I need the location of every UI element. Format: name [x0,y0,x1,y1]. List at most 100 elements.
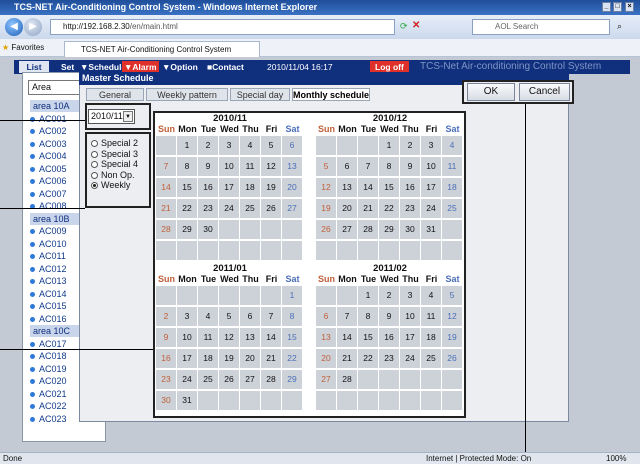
day-cell[interactable]: 23 [400,199,420,218]
tree-unit[interactable]: AC004 [30,150,67,162]
day-cell[interactable]: 14 [261,328,281,347]
day-cell[interactable]: 5 [442,286,462,305]
day-cell[interactable]: 22 [358,349,378,368]
day-cell[interactable]: 12 [442,307,462,326]
day-cell[interactable]: 25 [421,349,441,368]
day-cell[interactable]: 4 [421,286,441,305]
day-cell[interactable]: 4 [198,307,218,326]
day-cell[interactable]: 17 [177,349,197,368]
back-icon[interactable]: ◀ [5,18,23,36]
day-type-radio[interactable]: Special 2 [91,138,138,148]
day-cell[interactable]: 3 [421,136,441,155]
day-type-radio[interactable]: Non Op. [91,170,135,180]
day-cell[interactable]: 8 [379,157,399,176]
maximize-button[interactable]: □ [613,2,622,12]
favorites-button[interactable]: Favorites [11,43,44,52]
day-cell[interactable]: 2 [198,136,218,155]
tree-unit[interactable]: AC013 [30,275,67,287]
day-cell[interactable]: 1 [358,286,378,305]
day-cell[interactable]: 11 [421,307,441,326]
day-cell[interactable]: 9 [400,157,420,176]
day-cell[interactable]: 22 [282,349,302,368]
day-cell[interactable]: 14 [337,328,357,347]
day-cell[interactable]: 18 [198,349,218,368]
day-cell[interactable]: 11 [198,328,218,347]
day-cell[interactable]: 9 [198,157,218,176]
tree-unit[interactable]: AC019 [30,363,67,375]
day-cell[interactable]: 2 [400,136,420,155]
tree-unit[interactable]: AC006 [30,175,67,187]
tree-unit[interactable]: AC003 [30,138,67,150]
day-cell[interactable]: 19 [219,349,239,368]
day-cell[interactable]: 27 [316,370,336,389]
tab-monthly-schedule[interactable]: Monthly schedule [292,88,370,101]
day-cell[interactable]: 31 [177,391,197,410]
day-cell[interactable]: 7 [337,307,357,326]
day-cell[interactable]: 3 [219,136,239,155]
day-cell[interactable]: 22 [177,199,197,218]
browser-tab[interactable]: TCS-NET Air-Conditioning Control System [64,41,260,57]
day-cell[interactable]: 9 [379,307,399,326]
day-cell[interactable]: 8 [282,307,302,326]
tree-unit[interactable]: AC014 [30,288,67,300]
forward-icon[interactable]: ▶ [24,18,42,36]
url-field[interactable]: http://192.168.2.30/en/main.html [50,19,395,35]
day-cell[interactable]: 28 [337,370,357,389]
chevron-down-icon[interactable]: ▼ [123,111,133,122]
day-cell[interactable]: 21 [358,199,378,218]
day-cell[interactable]: 2 [156,307,176,326]
day-cell[interactable]: 26 [316,220,336,239]
day-cell[interactable]: 14 [358,178,378,197]
day-cell[interactable]: 20 [316,349,336,368]
day-type-radio[interactable]: Special 4 [91,159,138,169]
day-cell[interactable]: 13 [282,157,302,176]
day-cell[interactable]: 30 [400,220,420,239]
day-cell[interactable]: 15 [379,178,399,197]
tree-unit[interactable]: AC018 [30,350,67,362]
day-cell[interactable]: 29 [177,220,197,239]
day-cell[interactable]: 26 [219,370,239,389]
day-cell[interactable]: 5 [316,157,336,176]
tab-general[interactable]: General [86,88,144,101]
day-cell[interactable]: 21 [337,349,357,368]
day-cell[interactable]: 20 [337,199,357,218]
day-cell[interactable]: 7 [156,157,176,176]
refresh-icon[interactable]: ⟳ [400,21,408,32]
tree-unit[interactable]: AC015 [30,300,67,312]
day-cell[interactable]: 18 [442,178,462,197]
tree-unit[interactable]: AC005 [30,163,67,175]
day-cell[interactable]: 18 [421,328,441,347]
day-cell[interactable]: 21 [156,199,176,218]
day-cell[interactable]: 7 [261,307,281,326]
day-cell[interactable]: 8 [358,307,378,326]
tree-unit[interactable]: AC021 [30,388,67,400]
day-cell[interactable]: 29 [282,370,302,389]
day-cell[interactable]: 16 [400,178,420,197]
cancel-button[interactable]: Cancel [519,83,570,101]
day-cell[interactable]: 17 [400,328,420,347]
tree-unit[interactable]: AC008 [30,200,67,212]
tree-unit[interactable]: AC010 [30,238,67,250]
day-cell[interactable]: 14 [156,178,176,197]
day-cell[interactable]: 10 [219,157,239,176]
day-cell[interactable]: 24 [421,199,441,218]
day-cell[interactable]: 28 [358,220,378,239]
day-cell[interactable]: 12 [219,328,239,347]
day-cell[interactable]: 1 [379,136,399,155]
day-cell[interactable]: 13 [316,328,336,347]
day-cell[interactable]: 20 [240,349,260,368]
search-input[interactable]: AOL Search [472,19,610,35]
day-cell[interactable]: 15 [282,328,302,347]
day-cell[interactable]: 5 [261,136,281,155]
tree-unit[interactable]: AC011 [30,250,66,262]
day-cell[interactable]: 19 [261,178,281,197]
day-cell[interactable]: 31 [421,220,441,239]
day-cell[interactable]: 19 [442,328,462,347]
day-cell[interactable]: 23 [198,199,218,218]
day-cell[interactable]: 28 [261,370,281,389]
day-cell[interactable]: 17 [219,178,239,197]
day-type-radio[interactable]: Weekly [91,180,130,190]
day-cell[interactable]: 21 [261,349,281,368]
day-cell[interactable]: 26 [442,349,462,368]
tab-special-day[interactable]: Special day [230,88,290,101]
